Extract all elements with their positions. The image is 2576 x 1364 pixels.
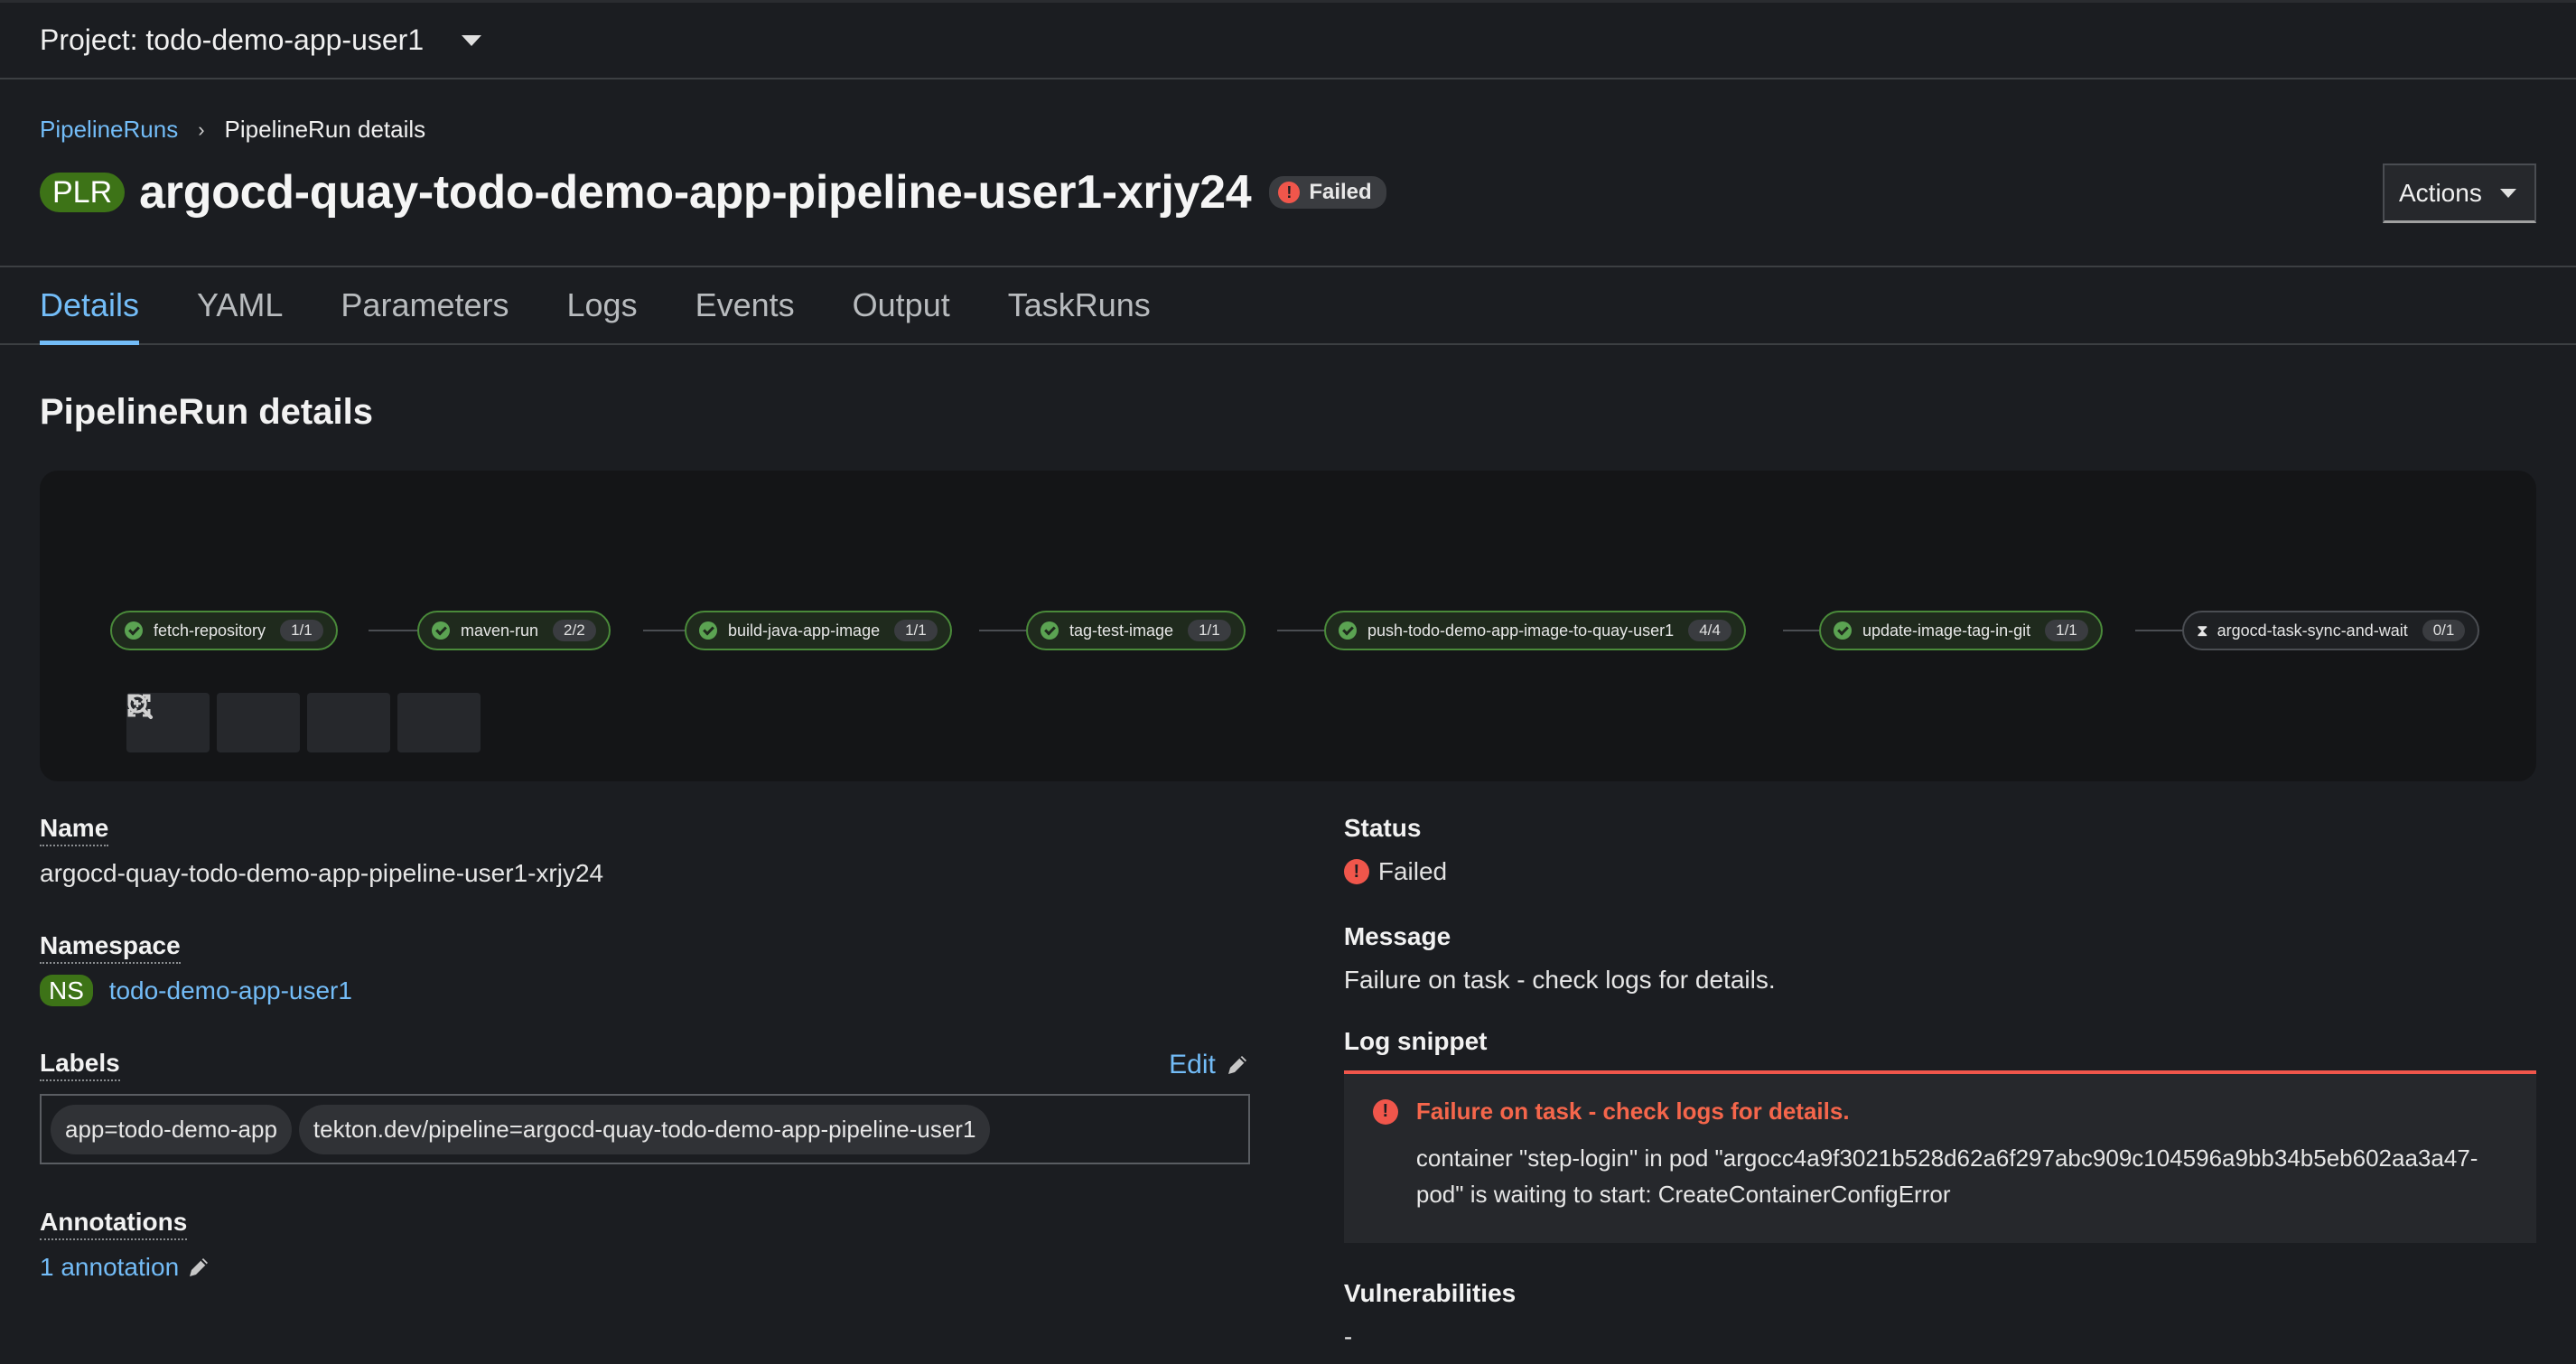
vulnerabilities-value: - <box>1343 1322 1353 1350</box>
resource-badge: PLR <box>40 173 126 212</box>
pipeline-task-tag-test-image[interactable]: tag-test-image 1/1 <box>1026 611 1246 650</box>
check-circle-icon <box>432 621 450 640</box>
tab-yaml[interactable]: YAML <box>197 267 283 343</box>
namespace-label: Namespace <box>40 931 181 964</box>
check-circle-icon <box>125 621 143 640</box>
name-label: Name <box>40 814 109 846</box>
name-value: argocd-quay-todo-demo-app-pipeline-user1… <box>40 859 604 887</box>
status-badge: ! Failed <box>1269 176 1386 209</box>
pencil-icon <box>1227 1056 1246 1074</box>
label-chip: tekton.dev/pipeline=argocd-quay-todo-dem… <box>298 1104 991 1154</box>
tab-logs[interactable]: Logs <box>567 267 638 343</box>
chevron-down-icon <box>2499 188 2516 198</box>
check-circle-icon <box>1041 621 1059 640</box>
project-selector[interactable]: Project: todo-demo-app-user1 <box>0 0 2576 79</box>
message-label: Message <box>1343 922 1451 950</box>
task-name: fetch-repository <box>154 621 266 640</box>
project-label: Project: todo-demo-app-user1 <box>40 23 425 56</box>
labels-edit-label: Edit <box>1169 1050 1216 1079</box>
pipeline-task-update-image-tag-in-git[interactable]: update-image-tag-in-git 1/1 <box>1819 611 2103 650</box>
pipeline-topology: fetch-repository 1/1 maven-run 2/2 build… <box>40 471 2536 781</box>
check-circle-icon <box>1339 621 1357 640</box>
page-title: argocd-quay-todo-demo-app-pipeline-user1… <box>139 166 1252 219</box>
tab-output[interactable]: Output <box>853 267 950 343</box>
pipeline-task-argocd-task-sync-and-wait[interactable]: ⧗ argocd-task-sync-and-wait 0/1 <box>2182 611 2480 650</box>
details-left-column: Name argocd-quay-todo-demo-app-pipeline-… <box>40 814 1250 1364</box>
task-name: push-todo-demo-app-image-to-quay-user1 <box>1367 621 1675 640</box>
tab-events[interactable]: Events <box>695 267 795 343</box>
task-step-count: 1/1 <box>280 620 323 641</box>
task-step-count: 1/1 <box>894 620 938 641</box>
pencil-icon <box>190 1258 209 1276</box>
task-name: tag-test-image <box>1069 621 1174 640</box>
hourglass-icon: ⧗ <box>2197 621 2208 640</box>
log-snippet-title: Failure on task - check logs for details… <box>1415 1098 1850 1125</box>
pipeline-task-fetch-repository[interactable]: fetch-repository 1/1 <box>110 611 338 650</box>
pipeline-task-maven-run[interactable]: maven-run 2/2 <box>417 611 611 650</box>
task-step-count: 4/4 <box>1688 620 1731 641</box>
labels-label: Labels <box>40 1049 120 1081</box>
annotations-link[interactable]: 1 annotation <box>40 1253 179 1282</box>
actions-label: Actions <box>2399 178 2482 207</box>
labels-list: app=todo-demo-app tekton.dev/pipeline=ar… <box>40 1094 1250 1164</box>
exclamation-circle-icon: ! <box>1278 182 1301 203</box>
chevron-right-icon: › <box>198 117 205 141</box>
status-label: Status <box>1343 814 1422 842</box>
exclamation-circle-icon: ! <box>1372 1098 1398 1125</box>
breadcrumb-pipelineruns-link[interactable]: PipelineRuns <box>40 116 178 144</box>
task-name: argocd-task-sync-and-wait <box>2217 621 2408 640</box>
check-circle-icon <box>699 621 717 640</box>
tab-parameters[interactable]: Parameters <box>341 267 509 343</box>
task-step-count: 0/1 <box>2422 620 2466 641</box>
pipeline-task-push-image[interactable]: push-todo-demo-app-image-to-quay-user1 4… <box>1324 611 1746 650</box>
pipeline-task-build-java-app-image[interactable]: build-java-app-image 1/1 <box>685 611 952 650</box>
breadcrumb-current: PipelineRun details <box>224 116 426 143</box>
namespace-badge: NS <box>40 975 93 1006</box>
task-name: maven-run <box>461 621 539 640</box>
actions-dropdown[interactable]: Actions <box>2383 163 2536 223</box>
labels-edit-button[interactable]: Edit <box>1169 1050 1250 1080</box>
task-step-count: 1/1 <box>1188 620 1231 641</box>
page-header: PipelineRuns › PipelineRun details PLR a… <box>0 79 2576 267</box>
chevron-down-icon <box>462 34 482 46</box>
message-value: Failure on task - check logs for details… <box>1343 966 1776 994</box>
log-snippet-label: Log snippet <box>1343 1027 1488 1055</box>
vulnerabilities-label: Vulnerabilities <box>1343 1279 1517 1307</box>
status-badge-label: Failed <box>1309 180 1372 204</box>
section-title: PipelineRun details <box>40 392 373 432</box>
status-value: Failed <box>1377 857 1448 885</box>
task-name: update-image-tag-in-git <box>1862 621 2031 640</box>
details-right-column: Status ! Failed Message Failure on task … <box>1343 814 2536 1364</box>
annotations-label: Annotations <box>40 1208 188 1240</box>
tab-details[interactable]: Details <box>40 267 140 345</box>
exclamation-circle-icon: ! <box>1343 859 1369 884</box>
tab-bar: Details YAML Parameters Logs Events Outp… <box>0 267 2576 345</box>
task-step-count: 2/2 <box>553 620 596 641</box>
breadcrumb: PipelineRuns › PipelineRun details <box>40 116 2536 144</box>
task-step-count: 1/1 <box>2045 620 2088 641</box>
label-chip: app=todo-demo-app <box>51 1104 292 1154</box>
zoom-out-button[interactable] <box>127 693 300 752</box>
namespace-link[interactable]: todo-demo-app-user1 <box>109 976 352 1004</box>
topology-controls <box>126 693 488 752</box>
check-circle-icon <box>1834 621 1852 640</box>
tab-taskruns[interactable]: TaskRuns <box>1008 267 1151 343</box>
task-name: build-java-app-image <box>728 621 881 640</box>
details-grid: Name argocd-quay-todo-demo-app-pipeline-… <box>40 814 2536 1364</box>
expand-icon <box>127 694 151 717</box>
expand-button[interactable] <box>127 693 481 752</box>
fit-to-screen-button[interactable] <box>127 693 390 752</box>
log-snippet-alert: ! Failure on task - check logs for detai… <box>1343 1070 2536 1243</box>
log-snippet-body: container "step-login" in pod "argocc4a9… <box>1415 1144 2478 1208</box>
